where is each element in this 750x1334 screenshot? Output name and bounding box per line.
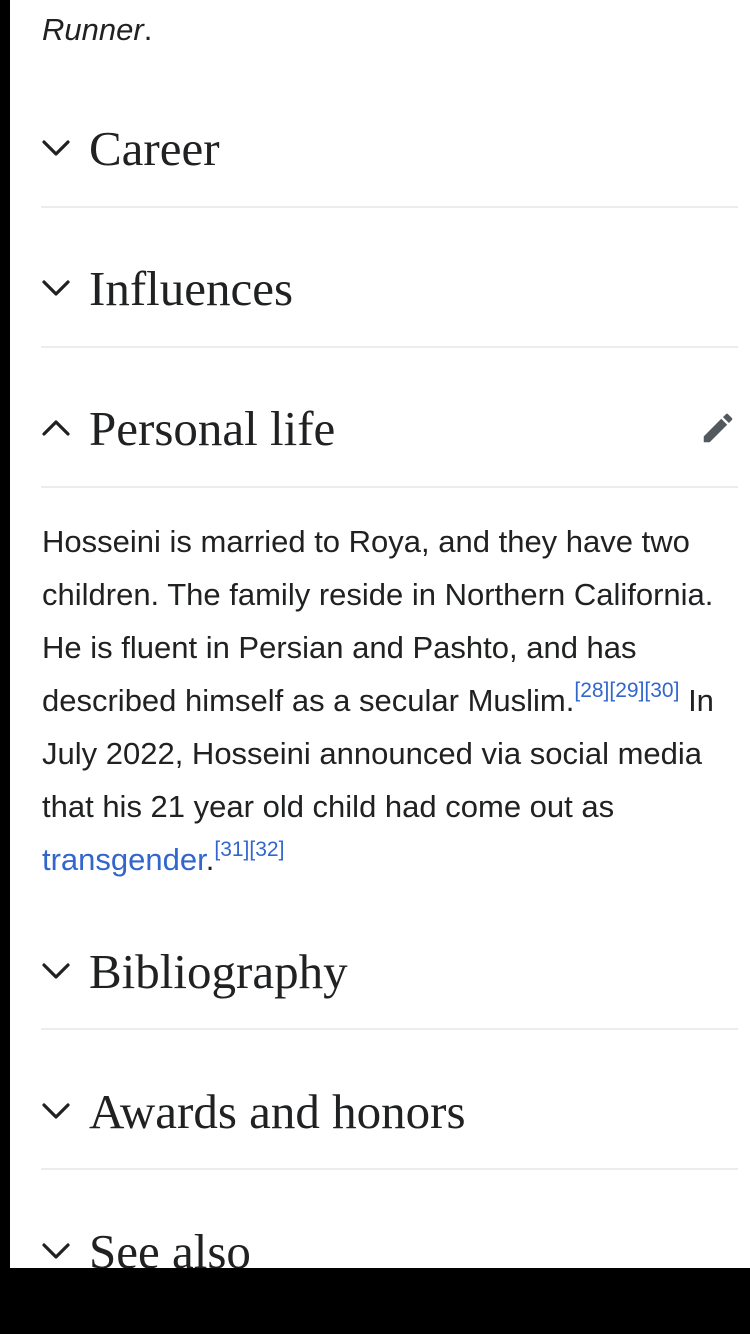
pencil-edit-icon[interactable] [698, 408, 738, 448]
chevron-down-icon [41, 1236, 71, 1266]
citation-32[interactable]: [32] [249, 838, 284, 861]
section-title-bibliography: Bibliography [89, 943, 348, 999]
section-divider [41, 1028, 738, 1030]
section-header-influences[interactable]: Influences [41, 243, 738, 333]
section-title-awards-and-honors: Awards and honors [89, 1083, 466, 1139]
section-divider [41, 206, 738, 208]
article-viewport: Runner. Career Influences Personal life … [10, 0, 750, 1268]
chevron-down-icon [41, 133, 71, 163]
previous-section-period: . [143, 12, 153, 47]
section-header-bibliography[interactable]: Bibliography [41, 926, 738, 1016]
chevron-down-icon [41, 273, 71, 303]
previous-section-tail: Runner. [42, 12, 152, 48]
screen-left-edge [0, 0, 10, 1268]
link-transgender[interactable]: transgender [42, 842, 206, 877]
personal-life-paragraph: Hosseini is married to Roya, and they ha… [42, 515, 742, 886]
section-divider [41, 486, 738, 488]
section-header-awards-and-honors[interactable]: Awards and honors [41, 1066, 738, 1156]
chevron-up-icon [41, 413, 71, 443]
section-divider [41, 1168, 738, 1170]
section-title-career: Career [89, 120, 220, 176]
chevron-down-icon [41, 956, 71, 986]
bottom-black-bar [0, 1268, 750, 1334]
citation-30[interactable]: [30] [644, 679, 679, 702]
section-title-influences: Influences [89, 260, 294, 316]
citation-28[interactable]: [28] [574, 679, 609, 702]
citation-31[interactable]: [31] [214, 838, 249, 861]
section-title-see-also: See also [89, 1223, 251, 1269]
section-divider [41, 346, 738, 348]
previous-section-italic: Runner [42, 12, 144, 47]
section-header-personal-life[interactable]: Personal life [41, 383, 738, 473]
section-title-personal-life: Personal life [89, 400, 336, 456]
section-header-career[interactable]: Career [41, 103, 738, 193]
chevron-down-icon [41, 1096, 71, 1126]
citation-29[interactable]: [29] [609, 679, 644, 702]
section-header-see-also[interactable]: See also [41, 1206, 738, 1268]
